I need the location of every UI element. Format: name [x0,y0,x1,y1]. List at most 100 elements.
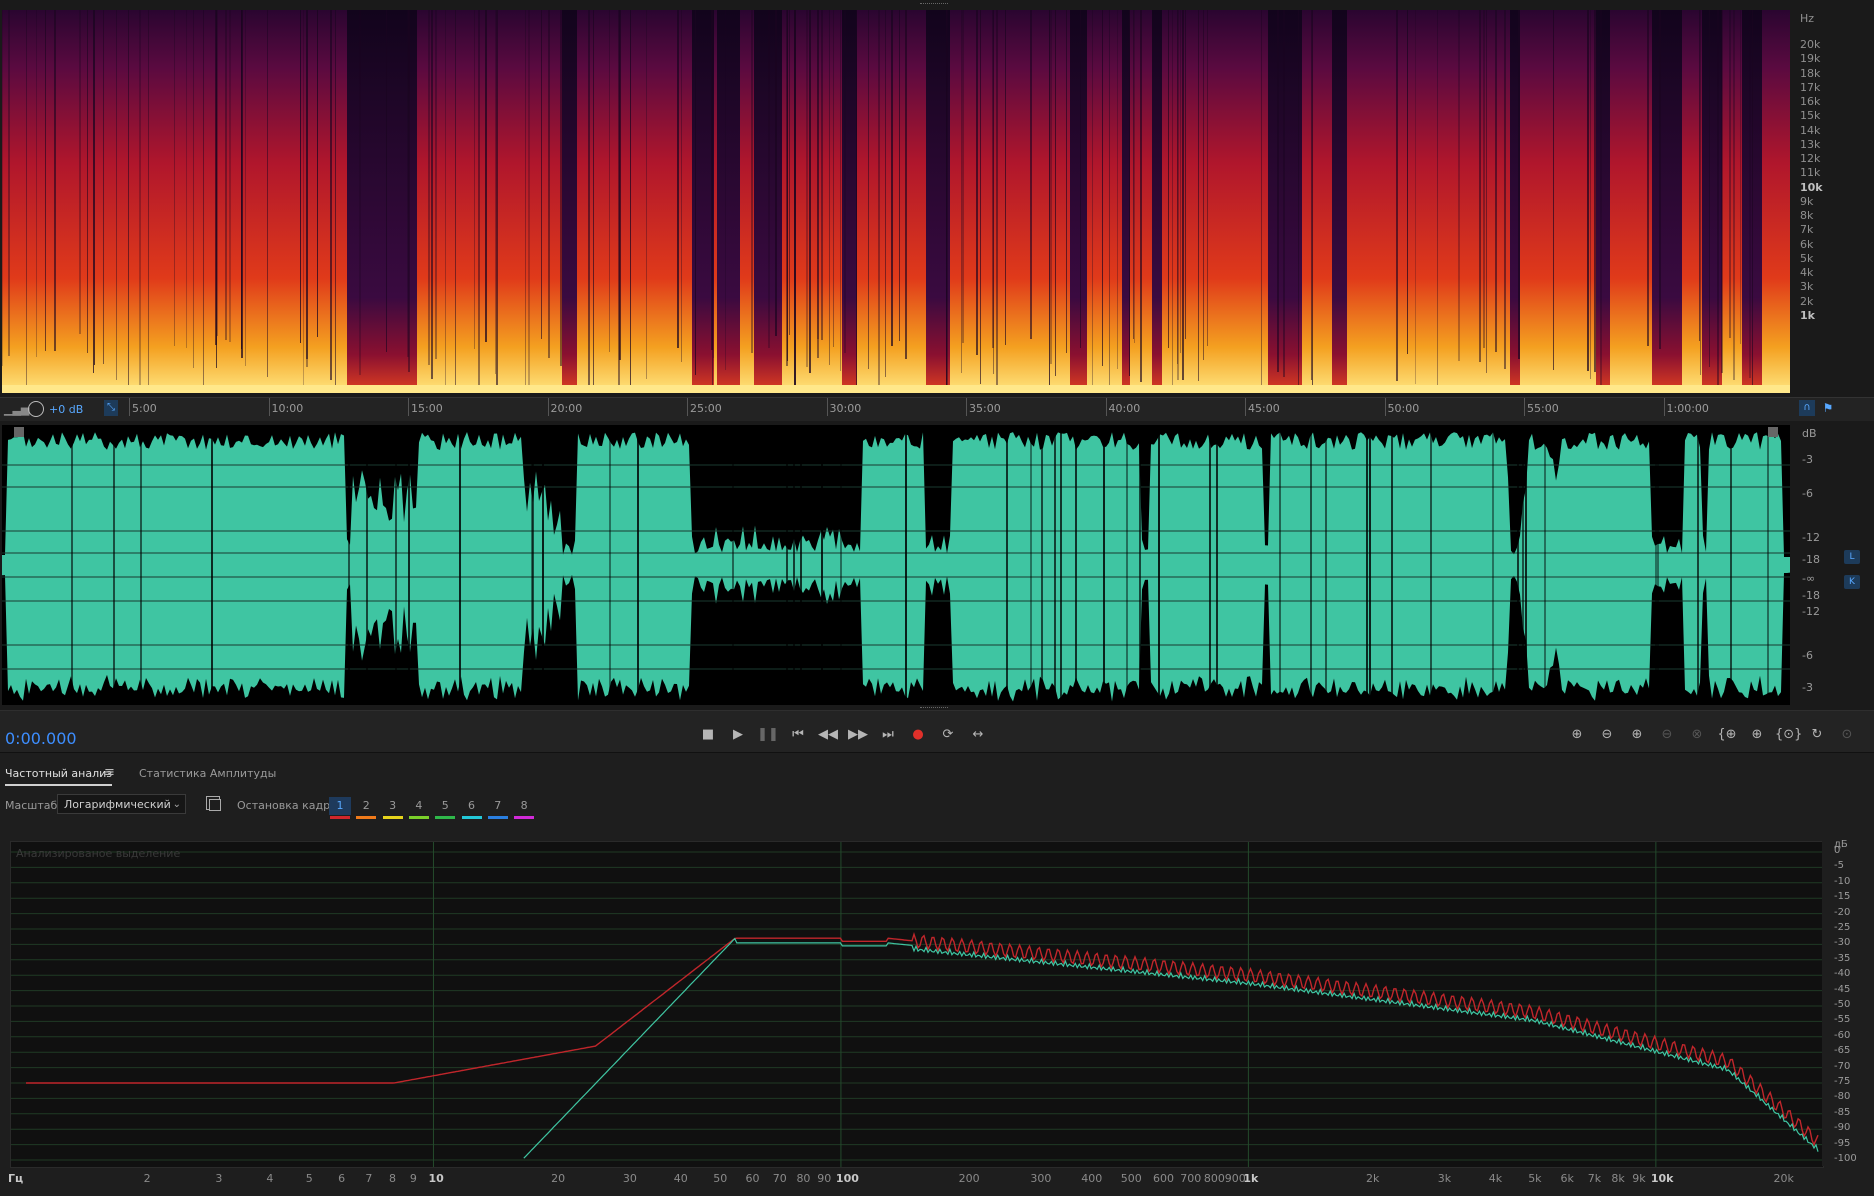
spectrogram-streak [1277,10,1279,372]
level-meter-icon[interactable]: ▁▃▅ [4,403,29,416]
scale-dropdown[interactable]: Логарифмический ⌄ [57,794,186,814]
spectrogram-streak [713,10,714,358]
db-tick-label: -18 [1802,553,1820,566]
hz-tick-label: 10k [1650,1172,1674,1185]
pin-icon[interactable]: ⤡ [104,400,118,416]
hz-tick-label: 300 [1030,1172,1052,1185]
loop-icon[interactable]: ⟳ [937,724,959,746]
frame-hold-button[interactable]: 8 [513,797,535,819]
spectrogram-streak [1479,10,1481,362]
waveform-image[interactable] [2,425,1790,705]
frame-hold-button[interactable]: 5 [434,797,456,819]
spectrogram-streak [961,10,962,373]
fade-out-handle-icon[interactable] [1768,427,1778,437]
zoom-out-full-icon[interactable]: ⊗ [1685,724,1709,746]
rewind-icon[interactable]: ◀◀ [817,724,839,746]
spectrogram-streak [1005,10,1006,345]
hz-tick-label: 16k [1800,95,1821,109]
stop-icon[interactable]: ■ [697,724,719,746]
spectrogram-streak [1700,10,1701,375]
zoom-in-left-icon[interactable]: {⊕ [1715,724,1739,746]
zoom-in-right-icon[interactable]: ⊕ [1745,724,1769,746]
go-to-end-icon[interactable]: ⏭ [877,724,899,746]
spectrogram-streak [806,10,808,367]
spectrogram-streak [1721,10,1723,373]
spectrogram-streak [1283,10,1285,377]
frame-hold-button[interactable]: 3 [382,797,404,819]
zoom-in-amplitude-icon[interactable]: ⊕ [1565,724,1589,746]
hz-tick-label: 10 [428,1172,444,1185]
hz-tick-label: 7k [1587,1172,1602,1185]
spectrogram-streak [1553,10,1554,370]
db-tick-label: -6 [1802,487,1813,500]
hz-tick-label: 5 [305,1172,313,1185]
hz-tick-label: 600 [1152,1172,1174,1185]
time-tick-label: 35:00 [966,398,1001,416]
waveform-dropout [1369,425,1371,705]
spectrogram-streak [1749,10,1751,378]
waveform-dropout [1310,425,1312,705]
hz-tick-label: 3 [215,1172,223,1185]
db-tick-label: -70 [1834,1060,1851,1072]
frame-hold-button[interactable]: 1 [329,797,351,819]
fast-forward-icon[interactable]: ▶▶ [847,724,869,746]
hz-tick-label: 14k [1800,123,1821,137]
tab-frequency-analysis[interactable]: Частотный анализ [5,767,113,786]
panel-menu-icon[interactable]: ≡ [104,765,115,780]
frequency-graph-image[interactable] [11,842,1823,1167]
fade-in-handle-icon[interactable] [14,427,24,437]
tab-amplitude-statistics[interactable]: Статистика Амплитуды [139,767,276,780]
zoom-out-time-icon[interactable]: ⊖ [1655,724,1679,746]
current-time-display[interactable]: 0:00.000 [5,729,77,748]
db-tick-label: -85 [1834,1106,1851,1118]
marker-icon[interactable]: ⚑ [1822,400,1834,416]
spectrogram-streak [496,10,498,386]
zoom-selection-icon[interactable]: {⊙} [1775,724,1802,746]
copy-icon[interactable] [206,796,221,811]
frame-hold-button[interactable]: 4 [408,797,430,819]
panel-resize-handle[interactable] [920,3,948,8]
waveform-dropout [1525,425,1527,705]
time-ruler[interactable]: ▁▃▅ +0 dB ⤡ 5:00 10:00 15:00 20:00 25:00 30:0… [0,397,1874,423]
waveform-display[interactable] [2,425,1790,705]
time-tick-label: 55:00 [1524,398,1559,416]
skip-selection-icon[interactable]: ↔ [967,724,989,746]
spectrogram-streak [1049,10,1050,388]
spectrogram-streak [139,10,141,389]
frame-hold-button[interactable]: 6 [461,797,483,819]
frame-hold-button[interactable]: 7 [487,797,509,819]
spectrogram-streak [1203,10,1204,360]
zoom-in-time-icon[interactable]: ⊕ [1625,724,1649,746]
play-icon[interactable]: ▶ [727,724,749,746]
waveform-dropout [1209,425,1211,705]
channel-left-toggle[interactable]: L [1844,550,1860,564]
record-icon[interactable]: ● [907,724,929,746]
frame-hold-button[interactable]: 2 [355,797,377,819]
time-tick-label: 15:00 [408,398,443,416]
hz-tick-label: 17k [1800,80,1821,94]
transport-bar: 0:00.000 ■ ▶ ❚❚ ⏮ ◀◀ ▶▶ ⏭ ● ⟳ ↔ ⊕ ⊖ ⊕ ⊖ … [0,710,1874,753]
frame-hold-color-bar [408,816,429,819]
waveform-dropout [1158,425,1160,705]
spectrogram-streak [193,10,194,368]
waveform-panel[interactable]: dB -3 -6 -12 -18 -∞ -18 -12 -6 -3 L K [0,421,1874,710]
spectrogram-streak [905,10,907,359]
zoom-out-amplitude-icon[interactable]: ⊖ [1595,724,1619,746]
spectral-display[interactable] [2,10,1862,393]
volume-knob-icon[interactable] [28,401,44,417]
channel-right-toggle[interactable]: K [1844,575,1860,589]
zoom-reset-icon[interactable]: ↻ [1805,724,1829,746]
headphones-icon[interactable]: ∩ [1799,400,1815,416]
pause-icon[interactable]: ❚❚ [757,724,779,746]
go-to-start-icon[interactable]: ⏮ [787,724,809,746]
spectrogram-quiet-region [717,10,740,393]
db-tick-label: -65 [1834,1045,1851,1057]
db-tick-label: -18 [1802,589,1820,602]
zoom-fit-icon[interactable]: ⊙ [1835,724,1859,746]
spectral-frequency-panel[interactable]: Hz 20k 19k 18k 17k 16k 15k 14k 13k 12k 11k 10k 9k 8k… [0,0,1874,397]
frequency-graph[interactable] [10,841,1824,1168]
waveform-dropout [821,425,823,705]
volume-value[interactable]: +0 dB [49,403,83,416]
spectrogram-streak [1495,10,1497,352]
spectrogram-image[interactable] [2,10,1862,393]
